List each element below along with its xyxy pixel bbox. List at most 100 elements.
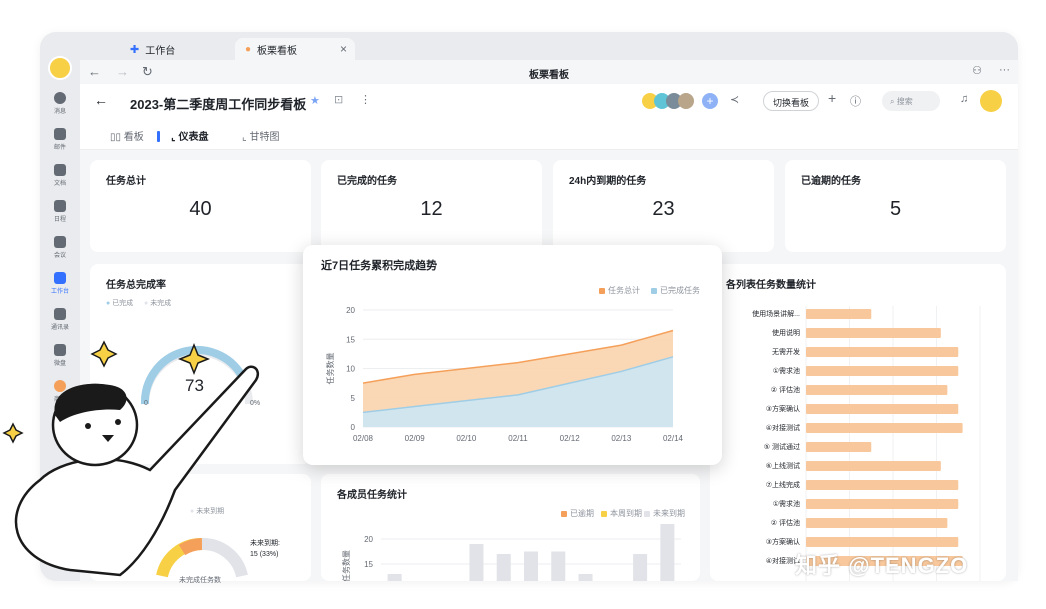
- hbar-chart: [805, 306, 981, 581]
- trend-chart: 0 5 10 15 20 02/08 02/09 02/10 02/11 02/12 02/13 02…: [325, 306, 684, 443]
- board-icon: ▯▯: [110, 132, 124, 143]
- tab-gantt[interactable]: ⌞ 甘特图: [242, 128, 279, 143]
- tab-dashboard[interactable]: ⌞ 仪表盘: [171, 128, 208, 143]
- bar: [633, 554, 648, 581]
- legend-undone: ● 未完成: [144, 300, 172, 307]
- bar: [524, 551, 538, 581]
- bar: [806, 309, 872, 319]
- sidebar-item-label: 通讯录: [50, 325, 69, 331]
- stat-title: 24h内到期的任务: [569, 176, 647, 187]
- y-tick-label: 15: [346, 335, 355, 344]
- add-user-icon[interactable]: ⚇: [972, 64, 982, 77]
- back-icon[interactable]: ←: [94, 92, 108, 108]
- user-avatar[interactable]: [980, 90, 1002, 112]
- y-tick-label: 5: [351, 394, 356, 403]
- meeting-icon: [54, 236, 66, 248]
- more-icon[interactable]: ···: [999, 64, 1010, 76]
- chat-icon: [54, 92, 66, 104]
- bar: [806, 518, 948, 528]
- doc-title: 2023-第二季度周工作同步看板: [130, 97, 307, 112]
- search-placeholder: 搜索: [896, 97, 913, 106]
- tab-label: 仪表盘: [178, 132, 209, 143]
- x-tick-label: 02/08: [353, 434, 374, 443]
- sidebar-item-label: 日程: [53, 217, 66, 223]
- stat-card-done: 已完成的任务 12: [321, 160, 542, 252]
- page: 消息 邮件 文档 日程 会议 工作台 通讯录 微盘 商店 ✚ 工作台 ● 板栗看…: [0, 0, 1046, 609]
- tab-label: 工作台: [145, 45, 176, 57]
- x-tick-label: 02/11: [508, 434, 528, 443]
- bar: [578, 574, 593, 581]
- sidebar-item-label: 消息: [53, 109, 66, 115]
- user-avatar[interactable]: [48, 56, 72, 80]
- calendar-icon: [54, 200, 66, 212]
- lock-icon[interactable]: ⊡: [334, 93, 343, 106]
- y-tick-label: 15: [364, 560, 373, 569]
- window-title: 板栗看板: [529, 70, 569, 81]
- search-icon: ⌕: [890, 97, 895, 106]
- switch-board-button[interactable]: 切换看板: [763, 91, 820, 111]
- bar: [551, 551, 566, 581]
- share-icon[interactable]: ≺: [730, 93, 739, 106]
- grid-icon: ✚: [130, 43, 140, 56]
- sidebar-item-docs[interactable]: 文档: [40, 164, 80, 187]
- star-icon[interactable]: ★: [310, 94, 320, 107]
- help-icon[interactable]: ⓘ: [850, 93, 861, 109]
- tab-label: 甘特图: [249, 132, 280, 143]
- bar: [806, 537, 959, 547]
- bar: [660, 524, 675, 581]
- tab-board[interactable]: ● 板栗看板 ×: [235, 38, 355, 60]
- bar: [387, 574, 402, 581]
- sidebar-item-messages[interactable]: 消息: [40, 92, 80, 115]
- browser-navbar: ← → ↻ 板栗看板 ⚇ ···: [80, 60, 1018, 84]
- sidebar-item-meeting[interactable]: 会议: [40, 236, 80, 259]
- mail-icon: [54, 128, 66, 140]
- browser-tabbar: ✚ 工作台 ● 板栗看板 ×: [80, 32, 1018, 60]
- tab-workbench[interactable]: ✚ 工作台: [120, 38, 230, 60]
- more-vertical-icon[interactable]: ⋮: [360, 93, 371, 106]
- close-icon[interactable]: ×: [340, 42, 347, 56]
- tab-label: 看板: [123, 132, 144, 143]
- stat-value: 23: [652, 198, 675, 220]
- bar: [469, 544, 484, 581]
- stat-title: 已逾期的任务: [801, 176, 861, 187]
- watermark: 知乎 @TENGZO: [795, 553, 969, 578]
- member-chart: 101520任务数量: [341, 524, 681, 581]
- x-tick-label: 02/10: [456, 434, 477, 443]
- bar: [806, 366, 959, 376]
- bar: [806, 499, 959, 509]
- sidebar-item-workbench[interactable]: 工作台: [40, 268, 80, 299]
- x-tick-label: 02/14: [663, 434, 684, 443]
- sidebar-item-calendar[interactable]: 日程: [40, 200, 80, 223]
- tab-board[interactable]: ▯▯ 看板: [110, 128, 144, 143]
- doc-header: ← 2023-第二季度周工作同步看板 ★ ⊡ ⋮ + ≺ 切换看板 + ⓘ ⌕ …: [80, 84, 1018, 120]
- bar: [806, 461, 941, 471]
- stat-title: 已完成的任务: [337, 176, 397, 187]
- y-axis-label: 任务数量: [325, 353, 335, 385]
- sidebar-item-label: 邮件: [53, 145, 66, 151]
- tab-label: 板栗看板: [257, 45, 298, 57]
- stat-card-total: 任务总计 40: [90, 160, 311, 252]
- y-tick-label: 20: [364, 535, 373, 544]
- add-icon[interactable]: +: [828, 90, 836, 106]
- stat-card-due24h: 24h内到期的任务 23: [553, 160, 774, 252]
- y-tick-label: 10: [346, 365, 355, 374]
- add-member-icon[interactable]: +: [702, 93, 718, 109]
- member-stats-card: 各成员任务统计 已逾期 本周到期 未来到期 101520任务数量: [321, 474, 700, 581]
- y-tick-label: 20: [346, 306, 355, 315]
- stat-value: 12: [420, 198, 443, 220]
- sidebar-item-contacts[interactable]: 通讯录: [40, 308, 80, 331]
- search-input[interactable]: ⌕ 搜索: [882, 91, 940, 111]
- x-tick-label: 02/13: [611, 434, 632, 443]
- bar: [806, 423, 963, 433]
- mascot-illustration: [2, 340, 260, 577]
- list-stats-card: 各列表任务数量统计 使用场景讲解... 使用说明 无需开发 ①需求池 ② 评估池 ③方案确…: [710, 264, 1006, 581]
- sidebar-item-mail[interactable]: 邮件: [40, 128, 80, 151]
- doc-icon: [54, 164, 66, 176]
- sidebar-item-label: 文档: [53, 181, 66, 187]
- bar: [806, 385, 948, 395]
- bell-icon[interactable]: ♫: [960, 93, 968, 105]
- view-tabs: ▯▯ 看板 ⌞ 仪表盘 ⌞ 甘特图: [80, 120, 1018, 150]
- member-avatar[interactable]: [678, 93, 694, 109]
- stat-title: 任务总计: [106, 176, 146, 187]
- bar: [806, 328, 941, 338]
